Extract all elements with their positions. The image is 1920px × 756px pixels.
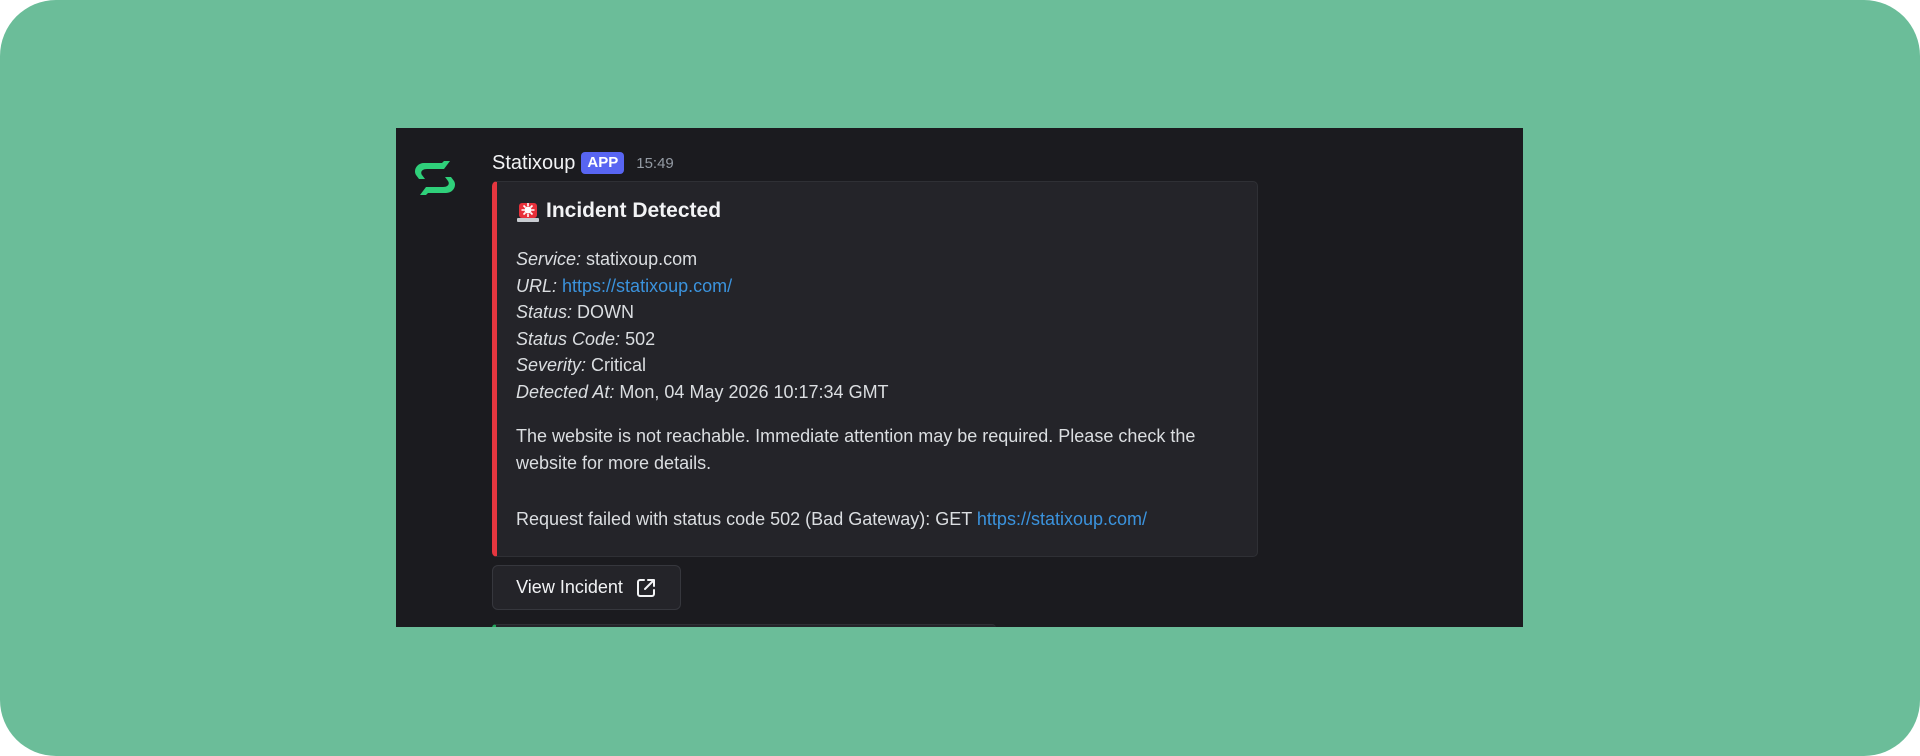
request-link[interactable]: https://statixoup.com/ <box>977 509 1147 529</box>
embed-fields: Service: statixoup.com URL: https://stat… <box>516 246 889 405</box>
field-detected-at: Detected At: Mon, 04 May 2026 10:17:34 G… <box>516 381 889 402</box>
external-link-icon <box>636 578 655 597</box>
field-severity: Severity: Critical <box>516 355 647 375</box>
statixoup-logo-icon[interactable] <box>414 158 456 198</box>
incident-embed: Incident Detected Service: statixoup.com… <box>492 181 1258 557</box>
field-status: Status: DOWN <box>516 302 635 322</box>
view-incident-label: View Incident <box>516 577 623 597</box>
rotating-light-siren-icon <box>517 203 539 222</box>
app-badge: APP <box>581 152 625 174</box>
chat-panel: Statixoup APP 15:49 Incident Detected Se… <box>396 128 1523 627</box>
message-timestamp[interactable]: 15:49 <box>636 155 674 172</box>
field-status-code: Status Code: 502 <box>516 328 656 349</box>
request-line: Request failed with status code 502 (Bad… <box>516 506 1147 533</box>
author-name[interactable]: Statixoup <box>492 152 575 175</box>
request-text: Request failed with status code 502 (Bad… <box>516 509 972 529</box>
next-embed-preview <box>492 624 996 627</box>
url-link[interactable]: https://statixoup.com/ <box>562 276 732 296</box>
view-incident-button[interactable]: View Incident <box>492 565 681 610</box>
field-service: Service: statixoup.com <box>516 249 698 269</box>
field-url: URL: https://statixoup.com/ <box>516 275 733 296</box>
embed-title-text: Incident Detected <box>546 199 722 222</box>
embed-title: Incident Detected <box>516 198 721 224</box>
embed-description: The website is not reachable. Immediate … <box>516 426 1196 473</box>
message-header: Statixoup APP 15:49 <box>492 148 674 178</box>
